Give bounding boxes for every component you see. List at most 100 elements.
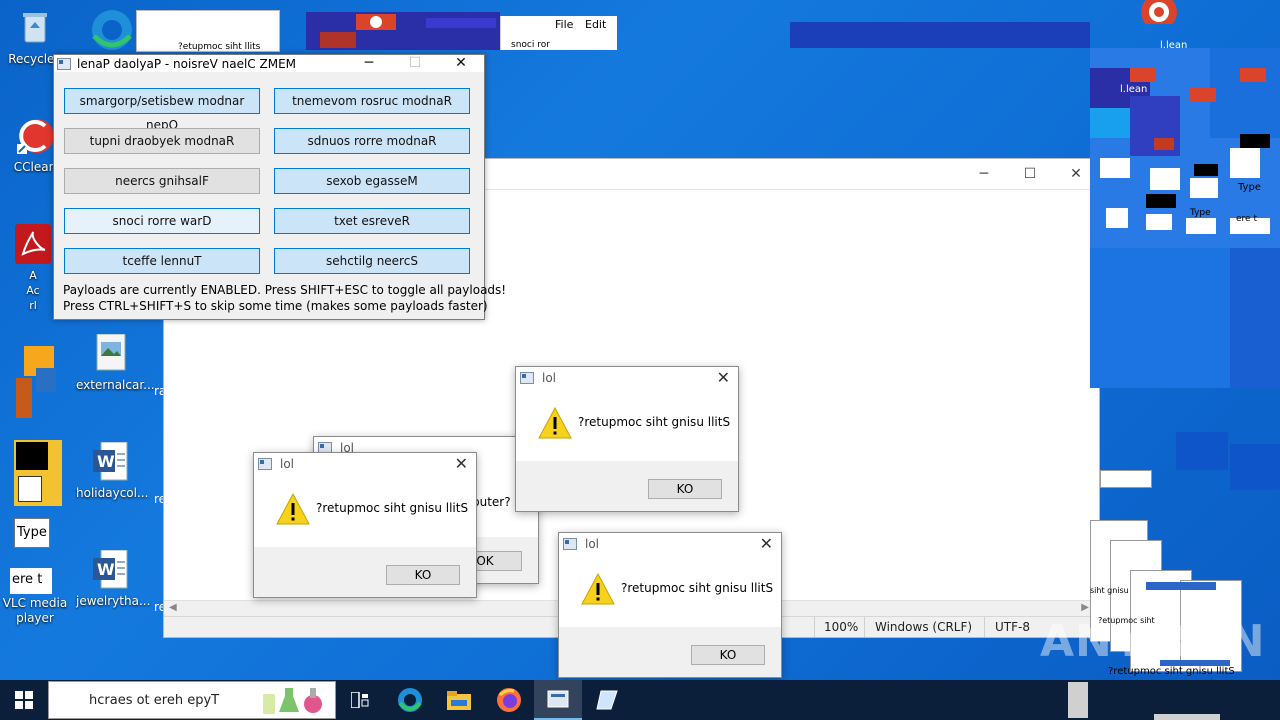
payload-button[interactable]: smargorp/setisbew modnar nepO (64, 88, 260, 132)
message-text: ?retupmoc siht gnisu llitS (621, 581, 774, 595)
payload-button[interactable]: tceffe lennuT (64, 248, 260, 274)
app-taskbar-button[interactable] (583, 680, 631, 720)
app-icon (563, 538, 577, 550)
close-icon[interactable]: ✕ (717, 368, 730, 387)
glitch-lean-text: l.lean (1160, 40, 1188, 51)
word-document-icon: W (91, 441, 131, 482)
image-file-icon (91, 333, 131, 374)
glitch-taskmgr-fragment (14, 440, 62, 506)
glass-app-icon (596, 690, 618, 710)
glitch-type-text: Type (1238, 182, 1261, 193)
search-placeholder: hcraes ot ereh epyT (89, 693, 220, 708)
panel-titlebar: lenaP daolyaP - noisreV naelC ZMEM ─ ☐ ✕ (54, 55, 484, 72)
search-highlight-icon (255, 684, 331, 716)
glitch-edge-icon (86, 6, 138, 52)
taskbar-glitch-fragment (1154, 714, 1220, 720)
firefox-icon (497, 688, 521, 712)
message-partial-text: puter? (472, 495, 511, 509)
ok-button[interactable]: KO (648, 479, 722, 499)
minimize-icon[interactable]: ─ (961, 166, 1007, 182)
svg-text:W: W (97, 452, 115, 471)
payload-button[interactable]: txet esreveR (274, 208, 470, 234)
glitch-menu-fragment: File Edit snoci ror (500, 16, 617, 50)
status-zoom: 100% (824, 620, 859, 634)
payload-panel-window: lenaP daolyaP - noisreV naelC ZMEM ─ ☐ ✕… (53, 54, 506, 320)
glitch-here-text: ere t (12, 572, 43, 587)
scroll-left-icon[interactable]: ◀ (169, 602, 177, 613)
payload-button[interactable]: sexob egasseM (274, 168, 470, 194)
close-icon[interactable]: ✕ (455, 454, 468, 473)
glitch-lean-text: l.lean (1120, 84, 1148, 95)
folder-icon (447, 691, 471, 710)
payload-button[interactable]: sehctilg neercS (274, 248, 470, 274)
desktop-icon-jewelrytha[interactable]: W jewelrytha... (76, 549, 150, 609)
payload-button[interactable]: tnemevom rosruc modnaR (274, 88, 470, 114)
glitch-type-text: Type (1190, 208, 1211, 218)
svg-text:W: W (97, 560, 115, 579)
desktop-icon-label: externalcar... (76, 378, 155, 392)
menu-file[interactable]: File (555, 18, 573, 31)
glitch-block (1176, 432, 1228, 470)
menu-edit[interactable]: Edit (585, 18, 606, 31)
app-window-icon (547, 690, 569, 708)
message-title: lol (280, 457, 295, 471)
app-icon (57, 57, 71, 70)
message-box-top: lol ✕ ?retupmoc siht gnisu llitS KO (515, 366, 739, 512)
app-icon (258, 458, 272, 470)
message-box-left: lol ✕ ?retupmoc siht gnisu llitS KO (253, 452, 477, 598)
minimize-icon[interactable]: ─ (346, 55, 392, 72)
message-text: ?retupmoc siht gnisu llitS (316, 501, 469, 515)
glitch-tiny-title: ?etupmoc siht llits (178, 42, 261, 52)
ccleaner-icon (15, 116, 55, 156)
recycle-bin-icon (15, 8, 55, 48)
warning-icon (538, 407, 572, 439)
glitch-red-target (1136, 0, 1182, 30)
payload-button[interactable]: tupni draobyek modnaR (64, 128, 260, 154)
close-icon[interactable]: ✕ (438, 55, 484, 72)
windows-logo-icon (15, 691, 33, 709)
word-document-icon: W (91, 549, 131, 590)
maximize-icon[interactable]: ☐ (1007, 166, 1053, 182)
desktop-icon-holidaycol[interactable]: W holidaycol... (76, 441, 149, 501)
glitch-right-column: l.lean l.lean Type Type ere t (1090, 40, 1280, 388)
glitch-top-bar (790, 22, 1090, 48)
edge-icon (398, 688, 422, 712)
scroll-right-icon[interactable]: ▶ (1081, 602, 1089, 613)
glitch-here-text: ere t (1236, 214, 1257, 224)
message-title: lol (585, 537, 600, 551)
payload-button[interactable]: sdnuos rorre modnaR (274, 128, 470, 154)
task-view-button[interactable] (336, 680, 384, 720)
maximize-icon: ☐ (408, 55, 422, 71)
task-view-icon (351, 692, 369, 708)
message-title: lol (542, 371, 557, 385)
app-icon (520, 372, 534, 384)
acrobat-icon (13, 224, 53, 264)
glitch-bottom-text: ?retupmoc siht gnisu llitS (1108, 666, 1235, 677)
start-button[interactable] (0, 680, 48, 720)
payload-button[interactable]: neercs gnihsalF (64, 168, 260, 194)
panel-info-line-1: Payloads are currently ENABLED. Press SH… (63, 283, 507, 297)
glitch-top-strip (306, 12, 500, 50)
glitch-snoci-text: snoci ror (511, 40, 550, 50)
glitch-fragment-block (14, 338, 64, 428)
taskbar-search-box[interactable]: hcraes ot ereh epyT (48, 681, 336, 719)
desktop-icon-label: holidaycol... (76, 486, 149, 500)
taskbar-glitch-fragment (1068, 682, 1088, 718)
status-encoding: UTF-8 (995, 620, 1030, 634)
message-box-right: lol ✕ ?retupmoc siht gnisu llitS KO (558, 532, 782, 678)
glitch-here-fragment: ere t (10, 568, 52, 594)
close-icon[interactable]: ✕ (760, 534, 773, 553)
ok-button[interactable]: KO (691, 645, 765, 665)
firefox-taskbar-button[interactable] (485, 680, 533, 720)
warning-icon (581, 573, 615, 605)
taskbar: hcraes ot ereh epyT (0, 680, 1280, 720)
payload-app-taskbar-button[interactable] (534, 680, 582, 720)
desktop-icon-label: VLC media player (2, 596, 68, 625)
ok-button[interactable]: KO (386, 565, 460, 585)
file-explorer-taskbar-button[interactable] (435, 680, 483, 720)
edge-taskbar-button[interactable] (386, 680, 434, 720)
glitch-type-text: Type (17, 525, 47, 540)
anyrun-watermark: ANY.RUN (1040, 616, 1266, 667)
payload-button[interactable]: snoci rorre warD (64, 208, 260, 234)
desktop-icon-externalcar[interactable]: externalcar... (76, 333, 155, 393)
